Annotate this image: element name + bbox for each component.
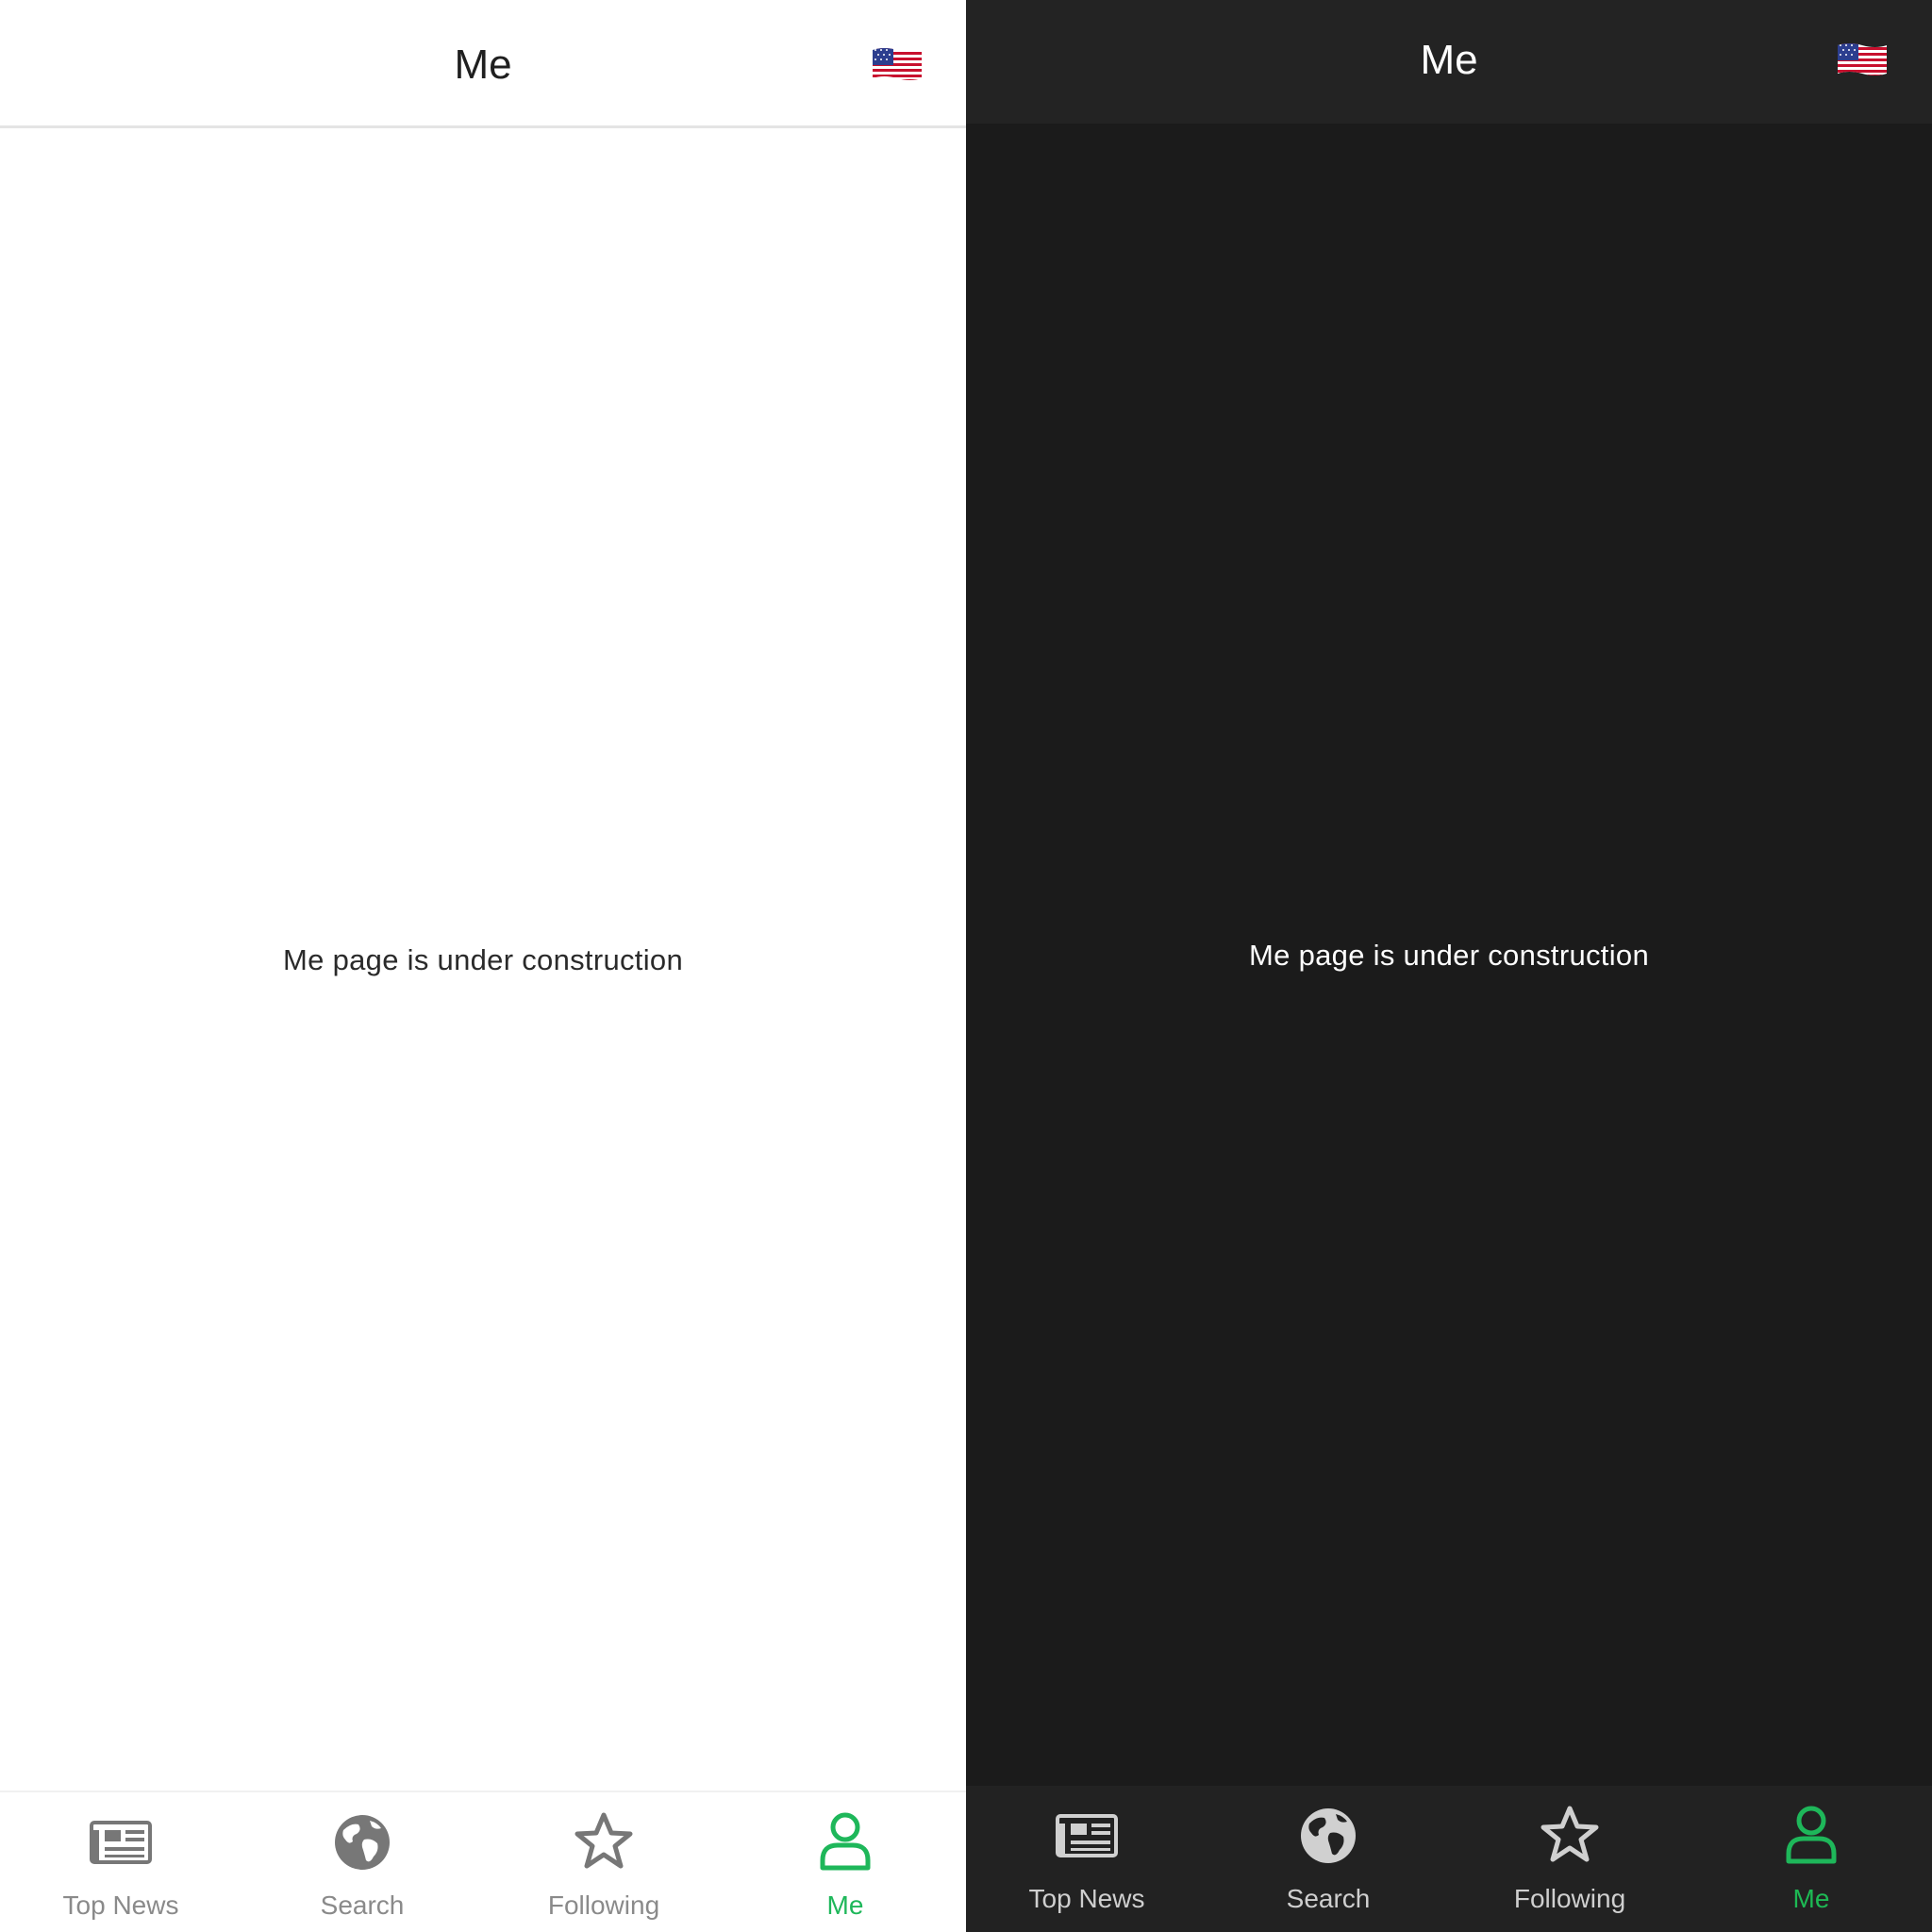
- tab-me[interactable]: Me: [1690, 1786, 1932, 1932]
- tab-top-news[interactable]: Top News: [0, 1792, 242, 1932]
- newspaper-icon: [1056, 1814, 1118, 1857]
- newspaper-icon: [90, 1821, 152, 1864]
- star-icon: [1541, 1806, 1599, 1862]
- tab-label: Top News: [62, 1890, 179, 1920]
- person-icon: [1786, 1806, 1837, 1864]
- dark-mode-screen: Me Me page is under construction Top New…: [966, 0, 1932, 1932]
- tab-top-news[interactable]: Top News: [966, 1786, 1208, 1932]
- tab-following[interactable]: Following: [1449, 1786, 1690, 1932]
- header-bar: Me: [966, 0, 1932, 124]
- tab-label: Top News: [1028, 1884, 1145, 1913]
- page-title: Me: [454, 42, 512, 88]
- light-mode-screen: Me Me page is under construction Top New…: [0, 0, 966, 1932]
- tab-search[interactable]: Search: [242, 1792, 483, 1932]
- tab-me[interactable]: Me: [724, 1792, 966, 1932]
- globe-icon: [335, 1815, 390, 1870]
- under-construction-message: Me page is under construction: [1249, 939, 1649, 972]
- star-icon: [575, 1812, 633, 1869]
- tab-label: Search: [320, 1890, 405, 1920]
- tab-label: Following: [1513, 1884, 1626, 1913]
- header-bar: Me: [0, 0, 966, 128]
- page-title: Me: [1420, 37, 1478, 83]
- screenshot-stage: Me Me page is under construction Top New…: [0, 0, 1932, 1932]
- tab-label: Me: [826, 1890, 864, 1920]
- tab-following[interactable]: Following: [483, 1792, 724, 1932]
- bottom-tab-bar: Top News Search Following Me: [0, 1790, 966, 1932]
- tab-label: Me: [1792, 1884, 1830, 1913]
- tab-label: Following: [547, 1890, 660, 1920]
- tab-search[interactable]: Search: [1208, 1786, 1449, 1932]
- under-construction-message: Me page is under construction: [283, 943, 683, 976]
- tab-label: Search: [1286, 1884, 1371, 1913]
- us-flag-icon[interactable]: [1836, 41, 1889, 78]
- bottom-tab-bar: Top News Search Following Me: [966, 1786, 1932, 1932]
- globe-icon: [1301, 1808, 1356, 1863]
- us-flag-icon[interactable]: [871, 45, 924, 83]
- person-icon: [820, 1812, 871, 1871]
